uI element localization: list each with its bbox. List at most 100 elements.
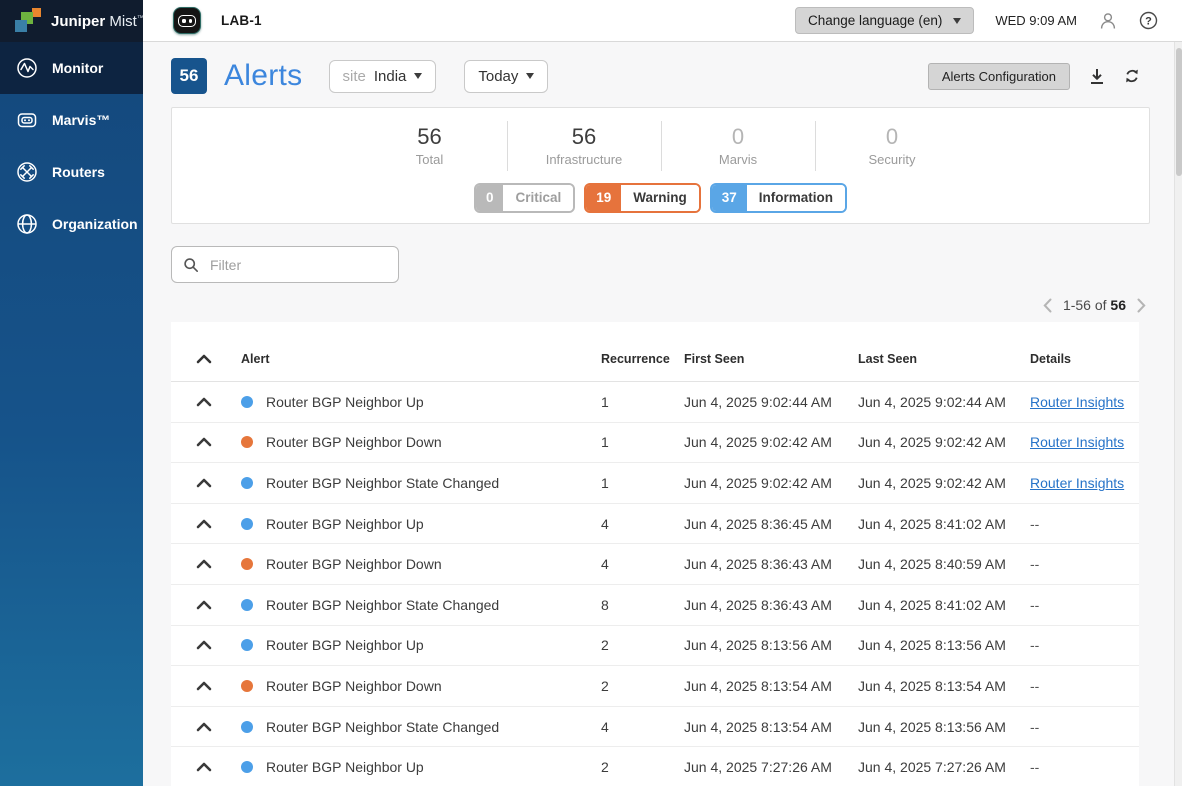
alerts-table-header: Alert Recurrence First Seen Last Seen De… xyxy=(171,322,1139,382)
site-filter-prefix: site xyxy=(343,68,366,85)
pagination: 1-56 of 56 xyxy=(1043,294,1146,316)
recurrence-value: 4 xyxy=(601,516,684,532)
col-header-recurrence[interactable]: Recurrence xyxy=(601,352,684,366)
table-row: Router BGP Neighbor Up 2 Jun 4, 2025 7:2… xyxy=(171,747,1139,786)
sidebar-item-label: Monitor xyxy=(52,60,103,76)
severity-dot-info-icon xyxy=(241,396,253,408)
details-cell: -- xyxy=(1030,637,1139,653)
severity-filter-warning[interactable]: 19 Warning xyxy=(584,183,701,213)
severity-dot-info-icon xyxy=(241,721,253,733)
site-filter-dropdown[interactable]: site India xyxy=(329,60,437,93)
router-insights-link[interactable]: Router Insights xyxy=(1030,475,1124,491)
collapse-caret-icon[interactable] xyxy=(196,681,212,691)
collapse-caret-icon[interactable] xyxy=(196,640,212,650)
collapse-caret-icon[interactable] xyxy=(196,600,212,610)
logo-text: Juniper Mist™ xyxy=(51,13,144,30)
alerts-table: Alert Recurrence First Seen Last Seen De… xyxy=(171,322,1139,786)
collapse-caret-icon[interactable] xyxy=(196,397,212,407)
details-cell: Router Insights xyxy=(1030,394,1139,410)
router-insights-link[interactable]: Router Insights xyxy=(1030,434,1124,450)
severity-dot-info-icon xyxy=(241,477,253,489)
table-row: Router BGP Neighbor Up 4 Jun 4, 2025 8:3… xyxy=(171,504,1139,545)
juniper-mist-logo: Juniper Mist™ xyxy=(0,0,143,42)
marvis-bot-icon[interactable] xyxy=(173,7,201,34)
alert-name: Router BGP Neighbor Down xyxy=(266,434,442,450)
col-header-details[interactable]: Details xyxy=(1030,352,1139,366)
first-seen-value: Jun 4, 2025 8:13:56 AM xyxy=(684,637,858,653)
col-header-last-seen[interactable]: Last Seen xyxy=(858,352,1030,366)
scrollbar-thumb[interactable] xyxy=(1176,48,1182,176)
recurrence-value: 2 xyxy=(601,759,684,775)
details-cell: -- xyxy=(1030,719,1139,735)
stat-infrastructure-label: Infrastructure xyxy=(508,152,661,167)
severity-dot-info-icon xyxy=(241,518,253,530)
collapse-caret-icon[interactable] xyxy=(196,722,212,732)
vertical-scrollbar[interactable] xyxy=(1174,42,1182,786)
sidebar-item-monitor[interactable]: Monitor xyxy=(0,42,143,94)
severity-filter-critical[interactable]: 0 Critical xyxy=(474,183,575,213)
page-header: 56 Alerts site India Today Alerts Config… xyxy=(171,57,1140,95)
svg-text:?: ? xyxy=(1145,15,1152,27)
severity-dot-warning-icon xyxy=(241,680,253,692)
stat-security-label: Security xyxy=(816,152,969,167)
col-header-first-seen[interactable]: First Seen xyxy=(684,352,858,366)
monitor-icon xyxy=(15,56,39,80)
alerts-table-body: Router BGP Neighbor Up 1 Jun 4, 2025 9:0… xyxy=(171,382,1139,786)
collapse-caret-icon[interactable] xyxy=(196,437,212,447)
user-icon[interactable] xyxy=(1098,11,1118,30)
sidebar-item-label: Organization xyxy=(52,216,138,232)
last-seen-value: Jun 4, 2025 9:02:42 AM xyxy=(858,434,1030,450)
table-row: Router BGP Neighbor State Changed 8 Jun … xyxy=(171,585,1139,626)
alert-name: Router BGP Neighbor Up xyxy=(266,759,424,775)
juniper-logo-icon xyxy=(13,7,43,35)
filter-row xyxy=(171,246,399,283)
alert-name: Router BGP Neighbor State Changed xyxy=(266,597,499,613)
page-prev-icon[interactable] xyxy=(1043,298,1052,313)
alerts-configuration-button[interactable]: Alerts Configuration xyxy=(928,63,1070,90)
help-icon[interactable]: ? xyxy=(1139,11,1158,30)
first-seen-value: Jun 4, 2025 8:36:45 AM xyxy=(684,516,858,532)
sidebar: Juniper Mist™ Monitor Marvis™ xyxy=(0,0,143,786)
recurrence-value: 1 xyxy=(601,394,684,410)
last-seen-value: Jun 4, 2025 8:13:54 AM xyxy=(858,678,1030,694)
marvis-icon xyxy=(15,108,39,132)
router-insights-link[interactable]: Router Insights xyxy=(1030,394,1124,410)
severity-dot-info-icon xyxy=(241,639,253,651)
details-cell: Router Insights xyxy=(1030,434,1139,450)
sidebar-item-routers[interactable]: Routers xyxy=(0,146,143,198)
stat-security-value: 0 xyxy=(816,123,969,151)
col-header-alert[interactable]: Alert xyxy=(241,352,601,366)
filter-input[interactable] xyxy=(208,256,387,274)
recurrence-value: 1 xyxy=(601,434,684,450)
organization-icon xyxy=(15,212,39,236)
time-range-dropdown[interactable]: Today xyxy=(464,60,548,93)
page-next-icon[interactable] xyxy=(1137,298,1146,313)
recurrence-value: 2 xyxy=(601,678,684,694)
download-icon[interactable] xyxy=(1089,68,1105,85)
collapse-caret-icon[interactable] xyxy=(196,519,212,529)
alert-name: Router BGP Neighbor Down xyxy=(266,678,442,694)
collapse-caret-icon[interactable] xyxy=(196,559,212,569)
stat-marvis-value: 0 xyxy=(662,123,815,151)
last-seen-value: Jun 4, 2025 9:02:42 AM xyxy=(858,475,1030,491)
severity-filter-information[interactable]: 37 Information xyxy=(710,183,847,213)
sidebar-item-marvis[interactable]: Marvis™ xyxy=(0,94,143,146)
change-language-button[interactable]: Change language (en) xyxy=(795,7,974,34)
top-bar: LAB-1 Change language (en) WED 9:09 AM ? xyxy=(143,0,1182,42)
last-seen-value: Jun 4, 2025 9:02:44 AM xyxy=(858,394,1030,410)
sort-caret-icon[interactable] xyxy=(196,354,212,364)
stat-security: 0 Security xyxy=(815,121,969,171)
collapse-caret-icon[interactable] xyxy=(196,478,212,488)
details-empty: -- xyxy=(1030,759,1039,775)
first-seen-value: Jun 4, 2025 8:36:43 AM xyxy=(684,597,858,613)
sidebar-item-organization[interactable]: Organization xyxy=(0,198,143,250)
routers-icon xyxy=(15,160,39,184)
last-seen-value: Jun 4, 2025 8:13:56 AM xyxy=(858,637,1030,653)
last-seen-value: Jun 4, 2025 8:41:02 AM xyxy=(858,516,1030,532)
sidebar-item-label: Routers xyxy=(52,164,105,180)
details-empty: -- xyxy=(1030,516,1039,532)
refresh-icon[interactable] xyxy=(1124,68,1140,84)
critical-count: 0 xyxy=(476,185,504,211)
alert-name: Router BGP Neighbor Up xyxy=(266,516,424,532)
collapse-caret-icon[interactable] xyxy=(196,762,212,772)
